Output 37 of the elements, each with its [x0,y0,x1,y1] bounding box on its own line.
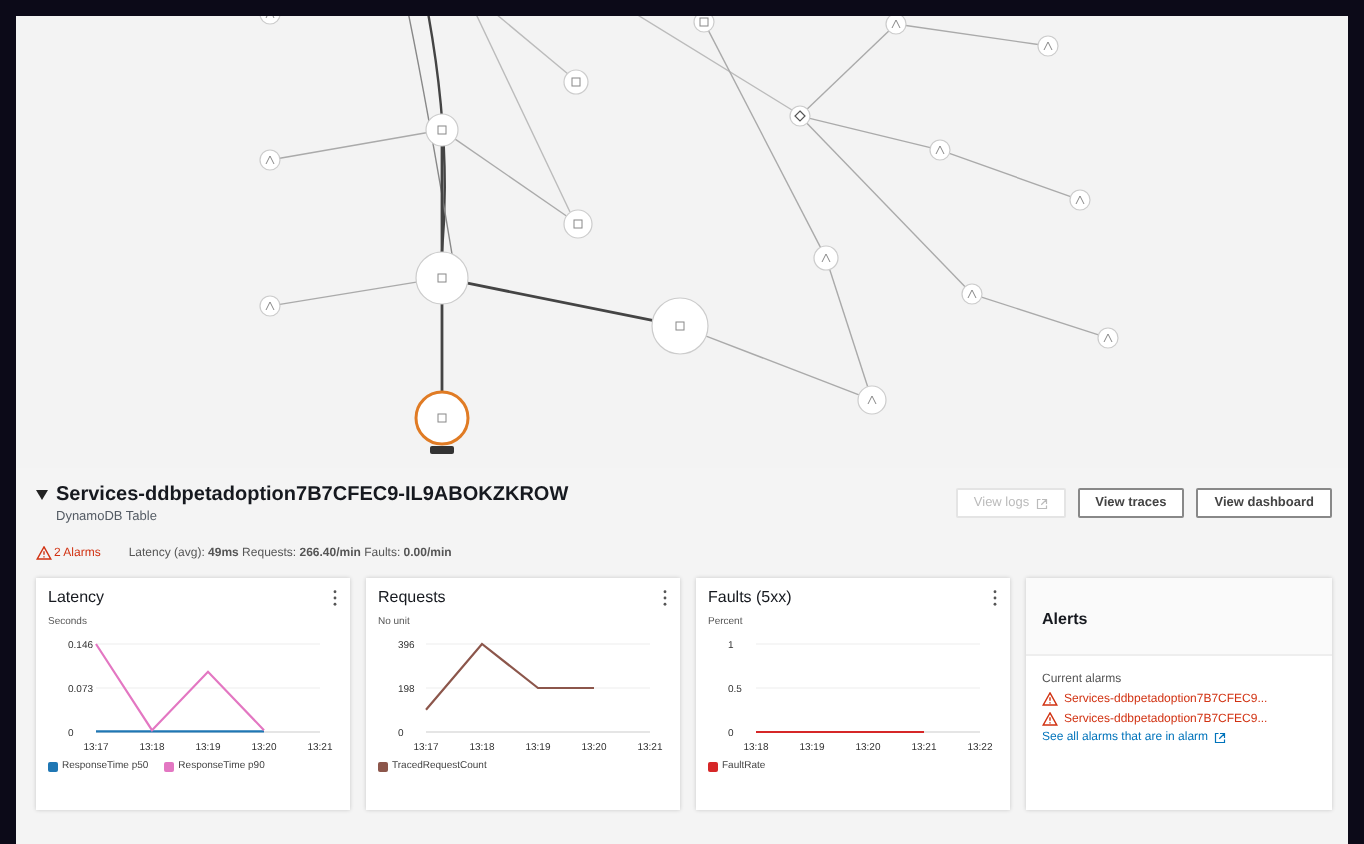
service-node[interactable] [425,113,459,147]
more-options-icon[interactable] [332,589,338,605]
more-options-icon[interactable] [992,589,998,605]
warning-icon [36,546,52,560]
edge-line [279,281,418,306]
edge-line [905,24,1039,46]
warning-icon [1042,692,1058,706]
service-node[interactable] [1097,327,1119,349]
service-node[interactable] [1037,35,1059,57]
service-node[interactable] [414,390,470,446]
resource-title: Services-ddbpetadoption7B7CFEC9-IL9ABOKZKROW [56,484,569,506]
service-node[interactable] [885,16,907,35]
node-badge [430,446,454,454]
card-title: Requests [378,588,446,606]
service-node[interactable] [563,209,593,239]
edge-line [440,304,444,392]
service-node[interactable] [259,16,281,25]
card-title: Latency [48,588,105,606]
service-node[interactable] [857,385,887,415]
warning-icon [1042,712,1058,726]
service-node[interactable] [961,283,983,305]
card-title: Alerts [1042,610,1088,628]
edge-line [980,296,1100,336]
service-node[interactable] [693,16,715,33]
collapse-caret-icon[interactable] [36,490,48,500]
external-link-icon[interactable] [1214,732,1227,744]
service-node[interactable] [259,295,281,317]
service-node[interactable] [929,139,951,161]
service-node[interactable] [259,149,281,171]
service-node[interactable] [813,245,839,271]
service-node[interactable] [415,251,469,305]
service-node[interactable] [563,69,589,95]
service-node[interactable] [1069,189,1091,211]
service-node[interactable] [651,297,709,355]
card-title: Faults (5xx) [708,588,792,606]
more-options-icon[interactable] [662,589,668,605]
service-node[interactable] [789,105,811,127]
